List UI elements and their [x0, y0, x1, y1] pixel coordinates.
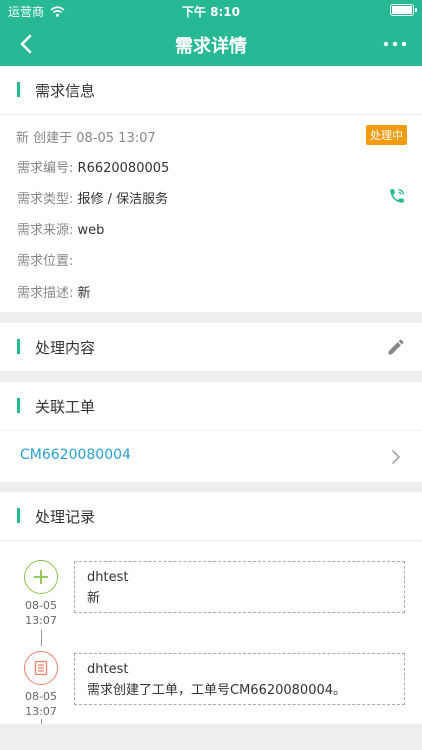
status-time: 下午 8:10 [181, 5, 241, 19]
more-dots-icon [383, 41, 407, 47]
field-source: 需求来源: web [17, 219, 104, 238]
section-accent-bar [17, 82, 20, 97]
field-description: 需求描述: 新 [17, 282, 91, 301]
record-time: 13:07 [25, 614, 57, 627]
process-section-header: 处理内容 [0, 323, 422, 371]
record-time: 13:07 [25, 705, 57, 718]
field-label: 需求描述: [17, 286, 74, 301]
timeline-icon [24, 651, 58, 685]
timeline-date: 08-05 13:07 [21, 689, 61, 719]
created-info: 新 创建于 08-05 13:07 [16, 127, 156, 146]
related-section-header: 关联工单 [0, 382, 422, 430]
timeline-connector [41, 630, 42, 646]
timeline-entry: dhtest 需求创建了工单，工单号CM6620080004。 [74, 653, 405, 705]
section-accent-bar [17, 398, 20, 413]
record-user: dhtest [87, 662, 129, 677]
records-section-header: 处理记录 [0, 492, 422, 540]
record-text: 需求创建了工单，工单号CM6620080004。 [87, 683, 347, 698]
field-type: 需求类型: 报修 / 保洁服务 [17, 188, 168, 207]
timeline-icon [24, 560, 58, 594]
process-card[interactable]: 处理内容 [0, 323, 422, 371]
record-date: 08-05 [25, 690, 57, 703]
section-title: 关联工单 [35, 398, 96, 416]
field-value: 新 [77, 286, 91, 301]
timeline-connector [41, 719, 42, 724]
divider [0, 430, 422, 431]
divider [0, 540, 422, 541]
record-user: dhtest [87, 570, 129, 585]
section-accent-bar [17, 508, 20, 523]
field-value: R6620080005 [77, 161, 170, 176]
field-value: 报修 / 保洁服务 [77, 192, 169, 207]
section-title: 需求信息 [35, 82, 96, 100]
field-value: web [77, 223, 105, 238]
top-bar: 运营商 下午 8:10 需求详情 [0, 0, 422, 66]
phone-call-icon[interactable] [388, 187, 406, 205]
plus-icon [34, 570, 48, 584]
field-label: 需求类型: [17, 192, 74, 207]
page-title: 需求详情 [175, 36, 247, 57]
field-label: 需求来源: [17, 223, 74, 238]
chevron-right-icon[interactable] [391, 449, 401, 465]
status-bar: 运营商 下午 8:10 [0, 0, 422, 22]
divider [0, 114, 422, 115]
record-date: 08-05 [25, 599, 57, 612]
created-text: 新 创建于 08-05 13:07 [16, 131, 156, 146]
field-number: 需求编号: R6620080005 [17, 157, 169, 176]
info-section-header: 需求信息 [0, 66, 422, 114]
timeline-entry: dhtest 新 [74, 561, 405, 613]
status-badge: 处理中 [366, 125, 407, 145]
battery-icon [390, 4, 417, 16]
section-accent-bar [17, 339, 20, 354]
section-title: 处理内容 [35, 339, 96, 357]
related-card: 关联工单 [0, 382, 422, 482]
field-location: 需求位置: [17, 250, 73, 269]
edit-pencil-icon[interactable] [386, 337, 406, 357]
record-text: 新 [87, 591, 101, 606]
related-order-link[interactable]: CM6620080004 [20, 447, 131, 463]
section-title: 处理记录 [35, 508, 96, 526]
document-icon [34, 660, 48, 676]
field-label: 需求编号: [17, 161, 74, 176]
timeline-date: 08-05 13:07 [21, 598, 61, 628]
more-button[interactable] [380, 32, 410, 56]
field-label: 需求位置: [17, 254, 74, 269]
nav-bar: 需求详情 [0, 22, 422, 66]
